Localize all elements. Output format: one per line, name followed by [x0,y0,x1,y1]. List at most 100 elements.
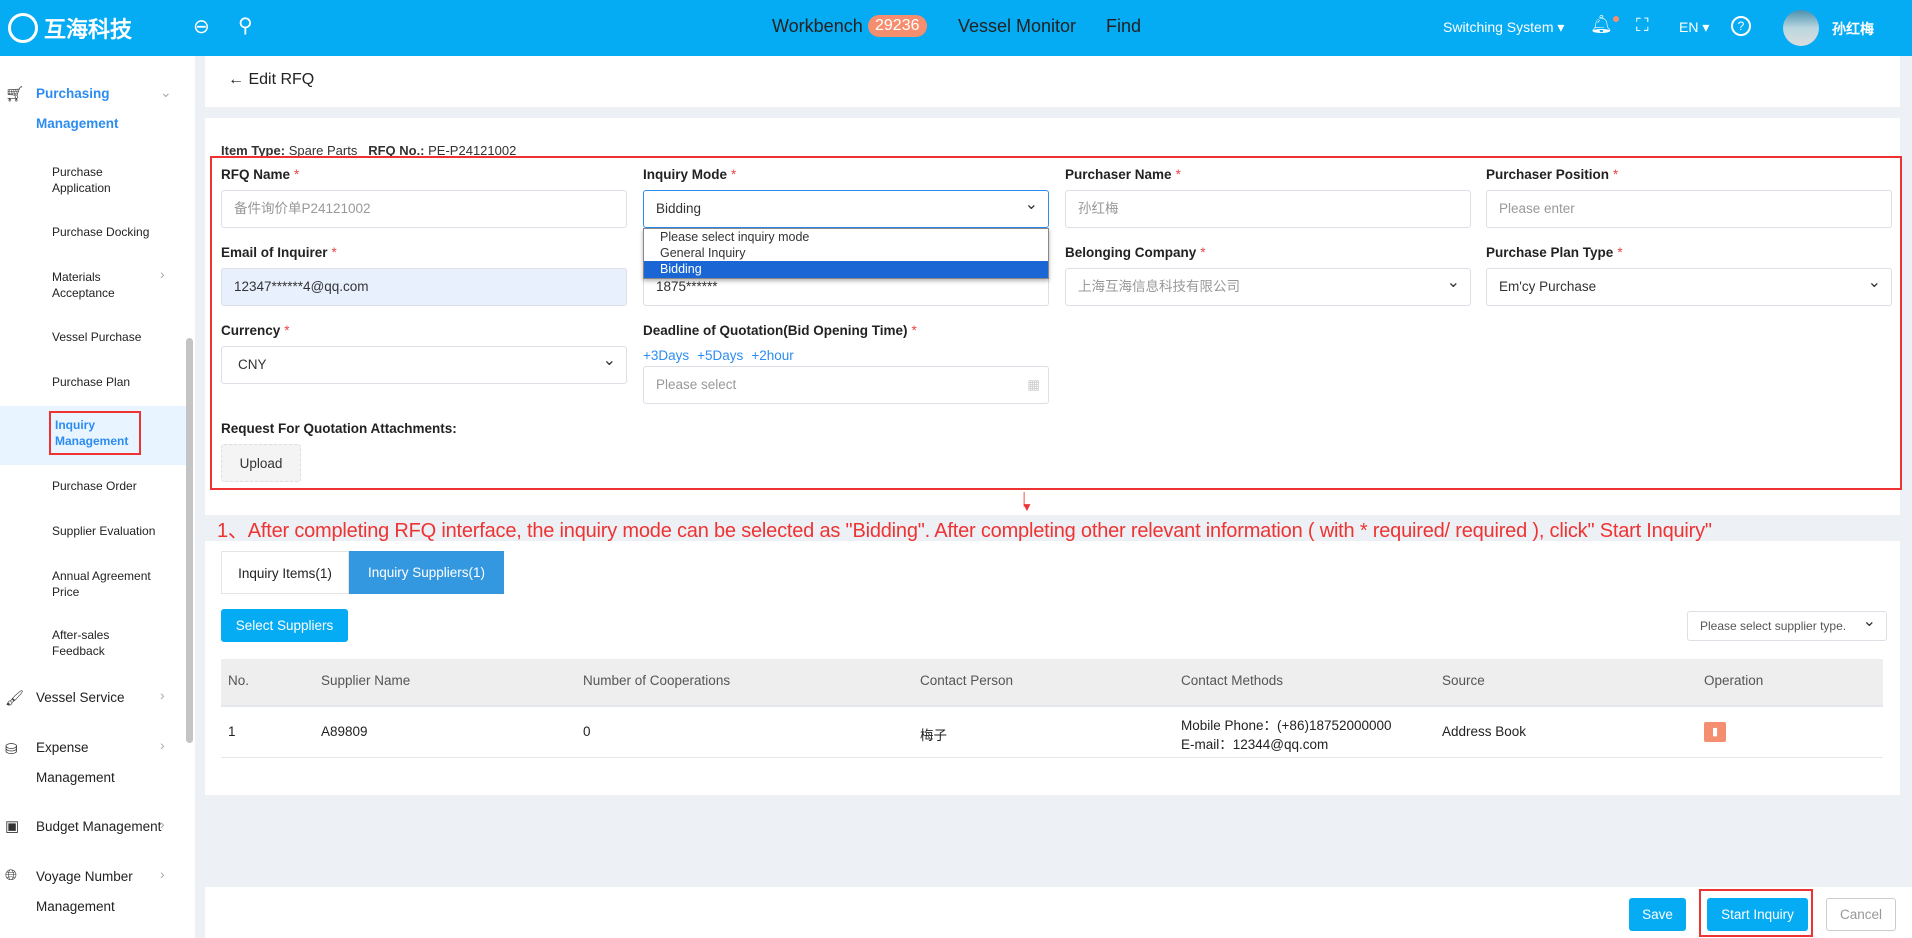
tab-inquiry-items[interactable]: Inquiry Items(1) [221,551,349,594]
language-label: EN [1679,19,1699,35]
deadline-label: Deadline of Quotation(Bid Opening Time) * [643,323,917,338]
quick-3days-link[interactable]: +3Days [643,348,689,363]
calendar-icon: ▦ [1027,377,1040,392]
back-circle-icon[interactable]: ⊖ [193,14,210,39]
inquiry-mode-select[interactable]: Bidding [643,187,1049,228]
purchaser-name-label: Purchaser Name * [1065,167,1181,182]
nav-workbench[interactable]: Workbench [772,16,863,37]
avatar[interactable] [1783,10,1819,46]
arrow-left-icon: ← [228,71,244,88]
start-inquiry-button[interactable]: Start Inquiry [1707,898,1808,931]
chevron-right-icon: › [160,266,165,282]
search-icon[interactable]: ⚲ [238,13,253,38]
sidebar-item-purchase-order[interactable]: Purchase Order [52,478,172,494]
sidebar-menu-expense-label2: Management [36,770,115,785]
cell-contact-person: 梅子 [920,728,947,743]
workbench-badge: 29236 [868,15,927,37]
user-name[interactable]: 孙红梅 [1832,19,1874,39]
email-label: Email of Inquirer * [221,245,337,260]
deadline-date-input[interactable]: Please select ▦ [643,366,1049,404]
cell-source: Address Book [1442,724,1527,739]
tab-inquiry-suppliers[interactable]: Inquiry Suppliers(1) [349,551,504,594]
database-icon: ⛁ [5,741,18,758]
sidebar-menu-voyage-label2: Management [36,899,115,914]
option-bidding[interactable]: Bidding [644,261,1048,278]
top-header: 互海科技 ⊖ ⚲ Workbench 29236 Vessel Monitor … [0,0,1912,56]
cell-mobile: Mobile Phone：(+86)18752000000 [1181,718,1392,733]
sidebar-item-supplier-evaluation[interactable]: Supplier Evaluation [52,523,172,539]
sidebar-group-purchasing[interactable]: Purchasing [36,86,110,101]
globe-icon: 🌐︎ [5,867,18,884]
select-suppliers-button[interactable]: Select Suppliers [221,609,348,642]
plan-type-label: Purchase Plan Type * [1486,245,1623,260]
sidebar-menu-vessel-service[interactable]: Vessel Service [36,690,125,705]
col-supplier-name: Supplier Name [321,673,411,688]
back-button[interactable]: ← Edit RFQ [228,71,314,89]
col-no: No. [228,673,250,688]
logo-icon [8,13,38,43]
inquiry-mode-value: Bidding [656,201,702,216]
rfq-name-label: RFQ Name * [221,167,300,182]
cell-cooperations: 0 [583,724,591,739]
email-input[interactable]: 12347******4@qq.com [221,268,627,306]
quick-2hour-link[interactable]: +2hour [751,348,793,363]
sidebar-item-purchase-docking[interactable]: Purchase Docking [52,224,172,240]
deadline-quick-links: +3Days +5Days +2hour [643,348,794,363]
quick-5days-link[interactable]: +5Days [697,348,743,363]
option-please-select[interactable]: Please select inquiry mode [644,229,1048,245]
chevron-right-icon: › [160,737,165,753]
notification-dot [1613,16,1619,22]
table-header [221,659,1883,705]
sidebar-menu-voyage[interactable]: Voyage Number [36,869,133,884]
option-general-inquiry[interactable]: General Inquiry [644,245,1048,261]
company-select[interactable]: 上海互海信息科技有限公司 [1065,265,1471,306]
sidebar-item-vessel-purchase[interactable]: Vessel Purchase [52,329,172,345]
budget-icon: ▣ [5,818,20,835]
sidebar-item-after-sales-feedback[interactable]: After-sales Feedback [52,627,122,659]
sidebar-item-inquiry-management[interactable]: Inquiry Management [49,411,141,455]
sidebar-item-purchase-plan[interactable]: Purchase Plan [52,374,172,390]
inquiry-mode-options: Please select inquiry mode General Inqui… [643,228,1049,279]
company-label: Belonging Company * [1065,245,1206,260]
plan-type-select[interactable]: Em'cy Purchase [1486,265,1892,306]
chevron-right-icon: › [160,816,165,832]
attachments-label: Request For Quotation Attachments: [221,421,457,436]
sidebar-item-purchase-application[interactable]: Purchase Application [52,164,132,196]
purchaser-name-input[interactable]: 孙红梅 [1065,190,1471,228]
fullscreen-icon[interactable]: ⛶ [1636,15,1649,36]
paint-roller-icon: 🖌︎ [5,690,25,707]
nav-vessel-monitor[interactable]: Vessel Monitor [958,16,1076,37]
page-title: Edit RFQ [248,71,315,88]
cancel-button[interactable]: Cancel [1826,898,1896,931]
sidebar-group-label2: Management [36,116,119,131]
logo[interactable]: 互海科技 [8,12,132,44]
title-card [205,56,1900,107]
chevron-down-icon[interactable]: ⌄ [160,84,172,101]
language-dropdown[interactable]: EN ▾ [1679,19,1709,36]
sidebar-menu-budget[interactable]: Budget Management [36,819,161,834]
delete-button[interactable]: ▮ [1704,722,1726,742]
purchaser-position-input[interactable]: Please enter [1486,190,1892,228]
rfq-name-input[interactable]: 备件询价单P24121002 [221,190,627,228]
supplier-type-select[interactable]: Please select supplier type. [1687,608,1887,641]
sidebar-item-annual-agreement-price[interactable]: Annual Agreement Price [52,568,162,600]
nav-find[interactable]: Find [1106,16,1141,37]
bell-icon[interactable]: 🔔︎ [1590,14,1613,35]
currency-label: Currency * [221,323,290,338]
col-cooperations: Number of Cooperations [583,673,731,688]
help-icon[interactable]: ? [1731,16,1751,36]
upload-button[interactable]: Upload [221,444,301,482]
sidebar-item-materials-acceptance[interactable]: Materials Acceptance [52,269,132,301]
sidebar-menu-expense[interactable]: Expense [36,740,89,755]
switch-system-dropdown[interactable]: Switching System ▾ [1443,19,1564,36]
sidebar-scrollbar[interactable] [186,338,193,743]
cart-icon: 🛒︎ [5,86,25,103]
sidebar: 🛒︎ Purchasing ⌄ Management Purchase Appl… [0,56,195,938]
save-button[interactable]: Save [1629,898,1686,931]
chevron-right-icon: › [160,866,165,882]
currency-select[interactable]: CNY [221,343,627,384]
trash-icon: ▮ [1711,726,1719,738]
chevron-right-icon: › [160,687,165,703]
col-operation: Operation [1704,673,1764,688]
annotation-arrow: │ ▼ [1021,492,1033,514]
